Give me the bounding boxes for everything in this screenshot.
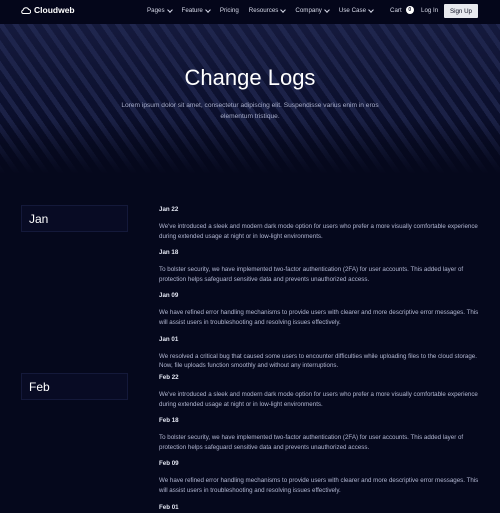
brand-logo[interactable]: Cloudweb [20, 5, 75, 15]
chevron-down-icon [205, 6, 211, 13]
entry-date: Jan 01 [159, 335, 179, 343]
changelog-entry: Feb 18 To bolster security, we have impl… [159, 417, 479, 452]
signup-button[interactable]: Sign Up [444, 4, 478, 18]
menu-resources[interactable]: Resources [249, 6, 287, 14]
changelog-entry: Jan 09 We have refined error handling me… [159, 292, 479, 327]
changelog-list-feb: Feb 22 We've introduced a sleek and mode… [159, 374, 479, 513]
changelog-entry: Jan 01 We resolved a critical bug that c… [159, 336, 479, 371]
entry-date: Feb 22 [159, 374, 179, 381]
brand-name: Cloudweb [34, 5, 75, 15]
chevron-down-icon [324, 6, 330, 13]
login-link[interactable]: Log In [421, 7, 438, 14]
entry-text: To bolster security, we have implemented… [159, 434, 464, 451]
changelog-entry: Jan 18 To bolster security, we have impl… [159, 249, 479, 284]
hero-section: Change Logs Lorem ipsum dolor sit amet, … [0, 24, 500, 174]
entry-text: We have refined error handling mechanism… [159, 309, 479, 326]
month-card-feb: Feb [21, 373, 128, 400]
entry-date: Feb 18 [159, 417, 179, 425]
changelog-entry: Feb 22 We've introduced a sleek and mode… [159, 374, 479, 409]
changelog-list-jan: Jan 22 We've introduced a sleek and mode… [159, 206, 479, 379]
menu-company[interactable]: Company [295, 6, 330, 14]
changelog-entry: Feb 01 [159, 504, 479, 513]
entry-text: We've introduced a sleek and modern dark… [159, 391, 478, 408]
entry-text: To bolster security, we have implemented… [159, 266, 464, 283]
changelog-entry: Jan 22 We've introduced a sleek and mode… [159, 206, 479, 241]
entry-date: Jan 22 [159, 206, 179, 213]
cart-label: Cart [390, 6, 402, 14]
page-subtitle: Lorem ipsum dolor sit amet, consectetur … [121, 102, 379, 120]
cart-button[interactable]: Cart 0 [390, 6, 414, 14]
cart-count-badge: 0 [405, 6, 414, 14]
entry-text: We have refined error handling mechanism… [159, 477, 479, 494]
month-label: Feb [29, 380, 50, 394]
changelog-entry: Feb 09 We have refined error handling me… [159, 460, 479, 495]
main-menu: Pages Feature Pricing Resources Company … [147, 6, 374, 14]
entry-date: Jan 18 [159, 249, 179, 257]
hero-fade [0, 119, 500, 174]
entry-date: Feb 09 [159, 460, 179, 468]
page-title: Change Logs [184, 65, 316, 90]
menu-pages[interactable]: Pages [147, 6, 173, 14]
entry-text: We've introduced a sleek and modern dark… [159, 223, 478, 240]
menu-use-case[interactable]: Use Case [339, 6, 374, 14]
month-card-jan: Jan [21, 205, 128, 232]
cloud-icon [21, 6, 31, 14]
entry-date: Jan 09 [159, 292, 179, 300]
entry-date: Feb 01 [159, 503, 179, 511]
menu-pricing[interactable]: Pricing [220, 7, 239, 14]
chevron-down-icon [166, 6, 173, 13]
chevron-down-icon [368, 6, 374, 13]
chevron-down-icon [280, 6, 287, 13]
entry-text: We resolved a critical bug that caused s… [159, 352, 477, 370]
month-label: Jan [29, 212, 49, 226]
top-navbar: Cloudweb Pages Feature Pricing Resources… [0, 0, 500, 24]
menu-feature[interactable]: Feature [182, 6, 211, 14]
